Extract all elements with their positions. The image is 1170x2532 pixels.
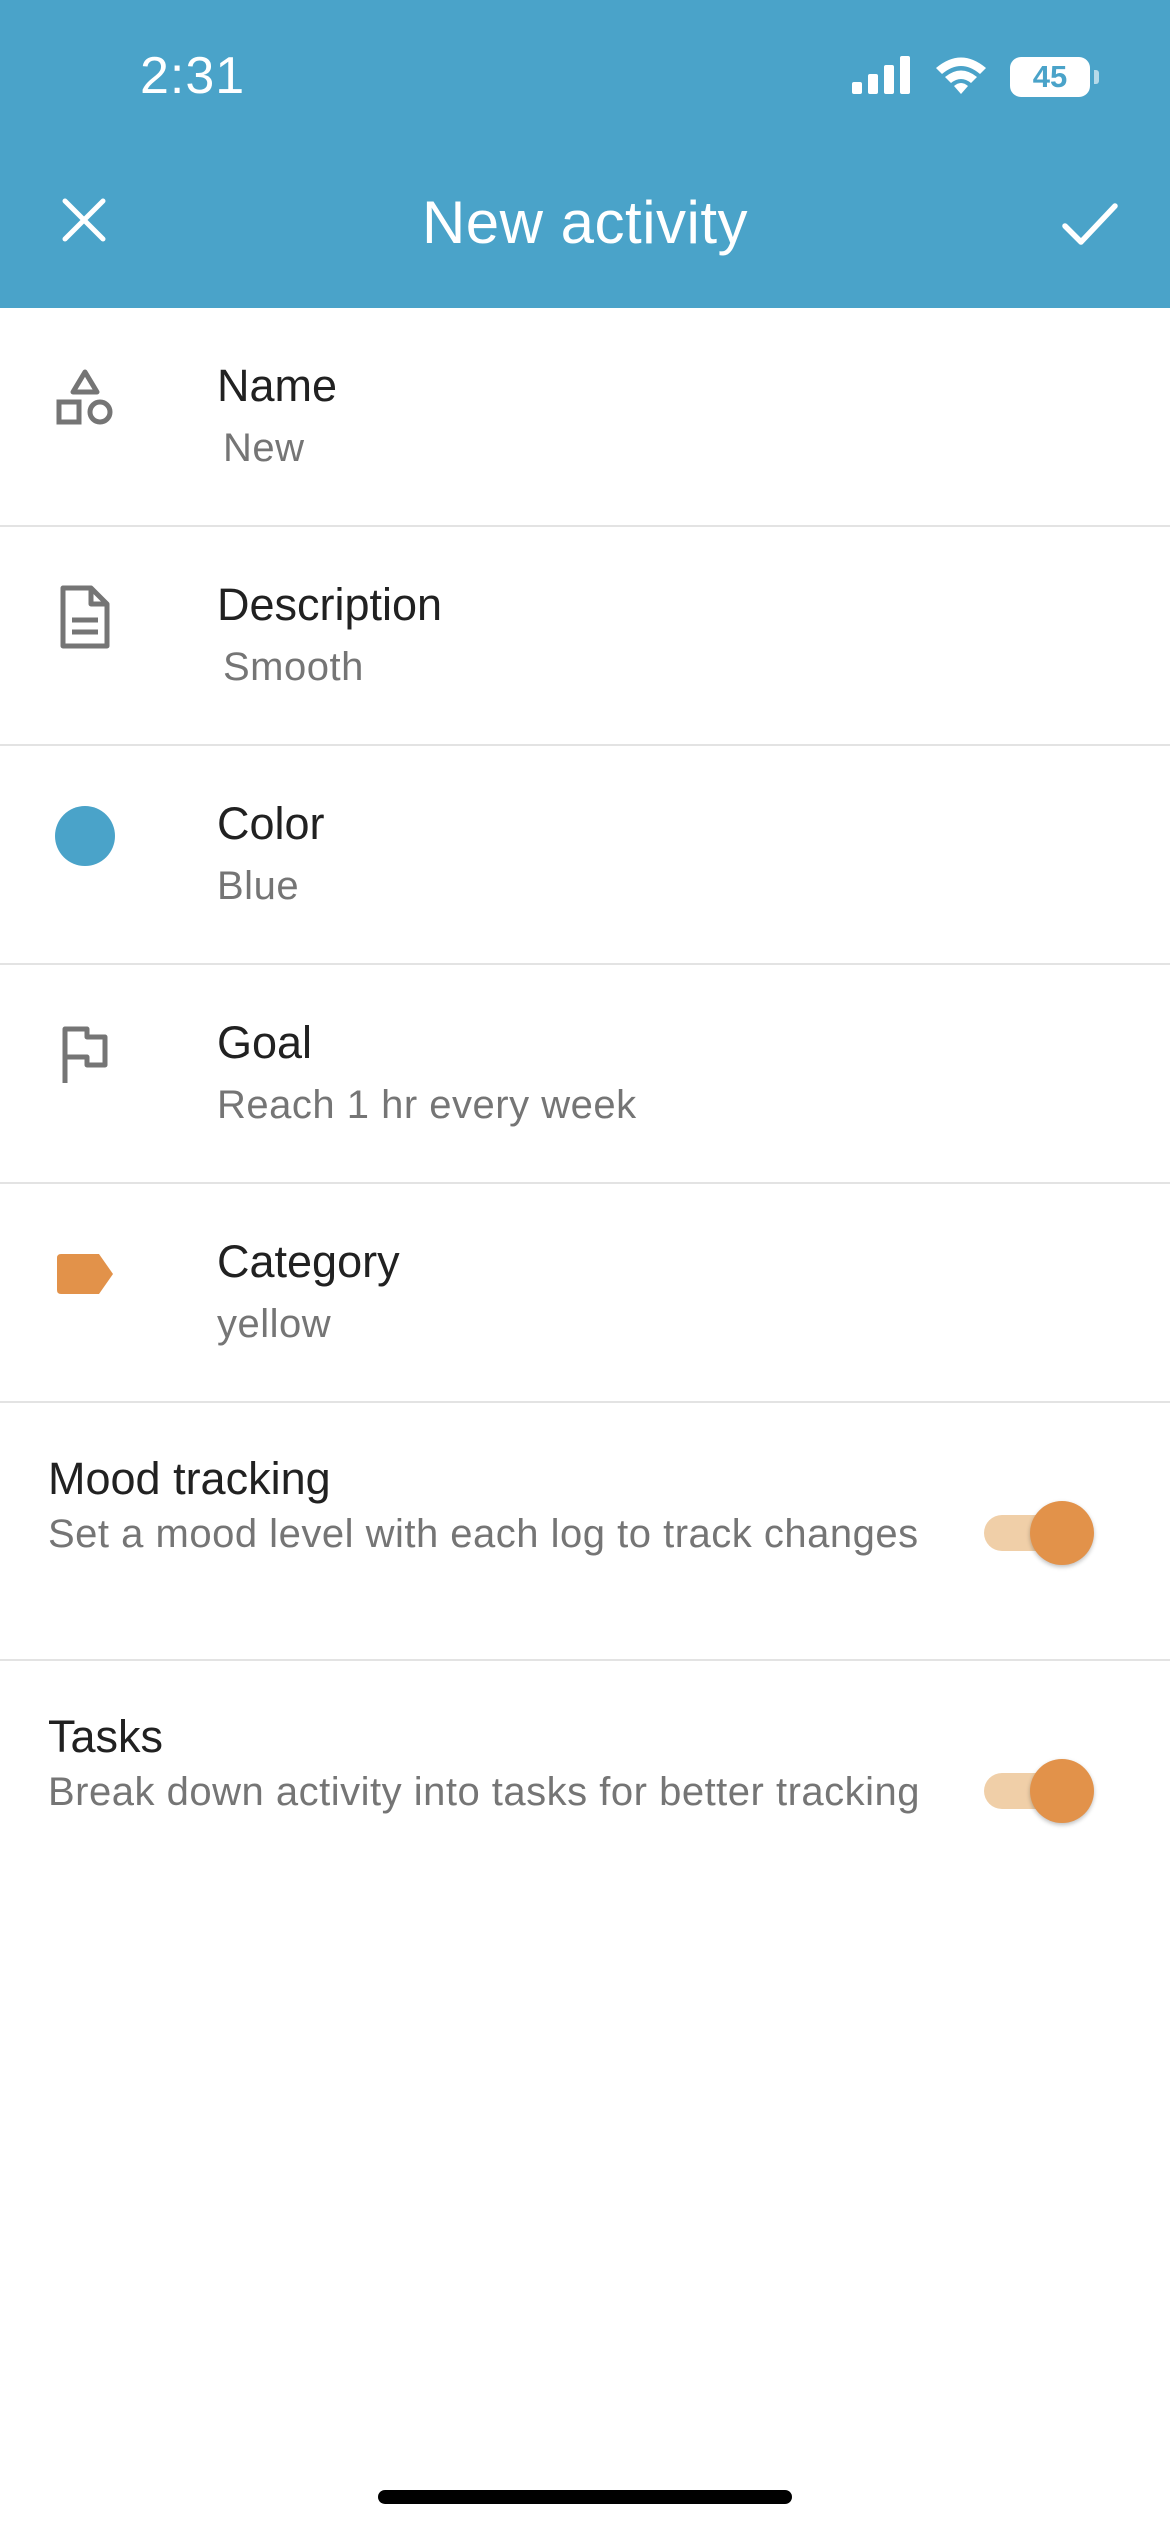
wifi-icon [934,55,988,100]
goal-value: Reach 1 hr every week [217,1083,637,1127]
tag-icon [50,1239,120,1309]
goal-label: Goal [217,1017,313,1068]
battery-icon: 45 [1010,57,1099,97]
activity-form: Name New Description Smooth Color Blue G… [0,308,1170,1919]
tasks-toggle[interactable] [984,1759,1094,1823]
name-field[interactable]: Name New [0,308,1170,527]
color-value: Blue [217,864,300,908]
color-dot-icon [50,801,120,871]
name-label: Name [217,360,338,411]
status-icons: 45 [852,52,1099,102]
name-value: New [223,426,305,470]
mood-tracking-toggle[interactable] [984,1501,1094,1565]
tasks-title: Tasks [48,1711,164,1762]
goal-field[interactable]: Goal Reach 1 hr every week [0,965,1170,1184]
mood-tracking-title: Mood tracking [48,1453,331,1504]
toggle-thumb [1030,1501,1094,1565]
description-label: Description [217,579,443,630]
tasks-description: Break down activity into tasks for bette… [48,1770,921,1814]
category-label: Category [217,1236,400,1287]
toggle-thumb [1030,1759,1094,1823]
home-indicator[interactable] [378,2490,792,2504]
mood-tracking-setting: Mood tracking Set a mood level with each… [0,1403,1170,1661]
description-value: Smooth [223,645,364,689]
status-time: 2:31 [140,47,246,105]
category-field[interactable]: Category yellow [0,1184,1170,1403]
color-label: Color [217,798,325,849]
tasks-setting: Tasks Break down activity into tasks for… [0,1661,1170,1919]
cellular-signal-icon [852,55,912,99]
battery-level: 45 [1032,59,1068,94]
color-field[interactable]: Color Blue [0,746,1170,965]
mood-tracking-description: Set a mood level with each log to track … [48,1512,919,1556]
flag-icon [50,1020,120,1090]
document-icon [50,582,120,652]
save-button[interactable] [1050,184,1130,264]
category-value: yellow [217,1302,332,1346]
app-header: 2:31 45 New activity [0,0,1170,308]
shapes-icon [50,363,120,433]
checkmark-icon [1062,203,1118,245]
description-field[interactable]: Description Smooth [0,527,1170,746]
page-title: New activity [421,189,749,256]
